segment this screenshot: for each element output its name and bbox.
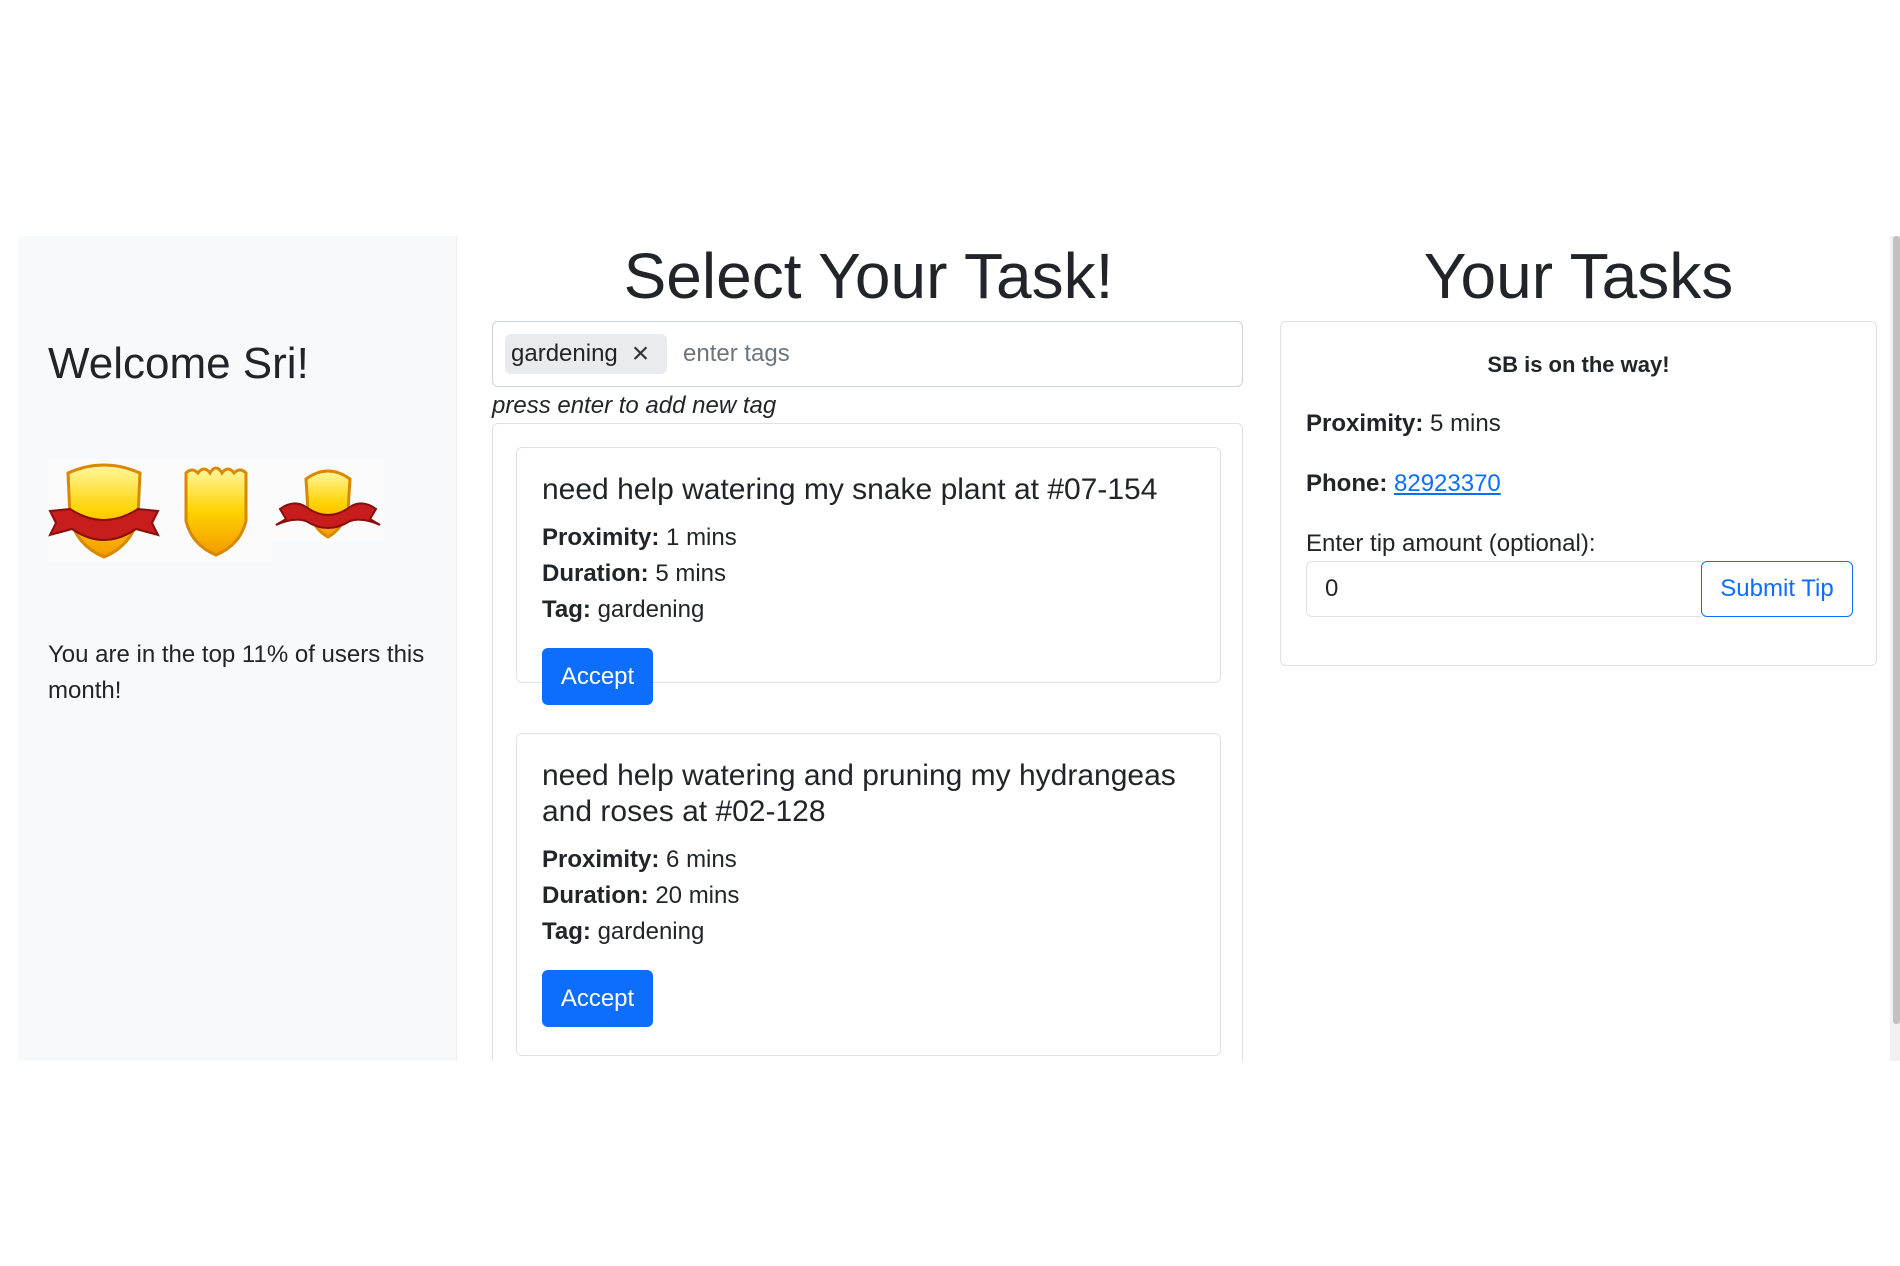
task-card: need help watering and pruning my hydran… <box>516 733 1221 1056</box>
gold-shield-icon <box>160 459 272 561</box>
tag-chip-label: gardening <box>511 340 618 367</box>
task-title: need help watering and pruning my hydran… <box>542 759 1176 828</box>
gold-shield-ribbon-icon <box>48 459 160 561</box>
phone-link[interactable]: 82923370 <box>1394 470 1501 497</box>
gold-shield-small-ribbon-icon <box>272 459 384 541</box>
select-task-title: Select Your Task! <box>623 240 1114 312</box>
tag-input[interactable] <box>683 334 1203 374</box>
task-proximity: Proximity: 1 mins <box>542 524 737 551</box>
task-proximity: Proximity: 6 mins <box>542 846 737 873</box>
submit-tip-button[interactable]: Submit Tip <box>1701 561 1853 617</box>
tip-label: Enter tip amount (optional): <box>1306 530 1596 557</box>
task-tag: Tag: gardening <box>542 918 705 945</box>
active-proximity: Proximity: 5 mins <box>1306 410 1501 437</box>
task-duration: Duration: 5 mins <box>542 560 727 587</box>
task-tag: Tag: gardening <box>542 596 705 623</box>
active-task-card: SB is on the way! Proximity: 5 mins Phon… <box>1280 321 1877 666</box>
tag-hint: press enter to add new tag <box>492 392 777 419</box>
tag-input-box[interactable]: gardening × <box>492 321 1243 387</box>
rank-text: You are in the top 11% of users this mon… <box>48 641 425 704</box>
badges-row <box>48 459 384 561</box>
your-tasks-title: Your Tasks <box>1423 240 1734 312</box>
close-icon[interactable]: × <box>632 339 650 369</box>
your-tasks-section: Your Tasks SB is on the way! Proximity: … <box>1280 236 1877 666</box>
tag-chip: gardening × <box>505 334 668 374</box>
select-task-section: Select Your Task! gardening × press ente… <box>492 236 1245 1061</box>
task-duration: Duration: 20 mins <box>542 882 740 909</box>
accept-button[interactable]: Accept <box>542 648 653 705</box>
tip-amount-input[interactable] <box>1306 561 1701 617</box>
scrollbar-thumb[interactable] <box>1893 236 1900 1024</box>
welcome-heading: Welcome Sri! <box>48 339 309 388</box>
task-card: need help watering my snake plant at #07… <box>516 447 1221 705</box>
active-phone: Phone: 82923370 <box>1306 470 1501 497</box>
accept-button[interactable]: Accept <box>542 970 653 1027</box>
task-title: need help watering my snake plant at #07… <box>542 473 1158 506</box>
task-list: need help watering my snake plant at #07… <box>492 423 1243 1061</box>
sidebar: Welcome Sri! You are in the top 11% of u… <box>18 236 457 1061</box>
status-text: SB is on the way! <box>1487 352 1670 377</box>
